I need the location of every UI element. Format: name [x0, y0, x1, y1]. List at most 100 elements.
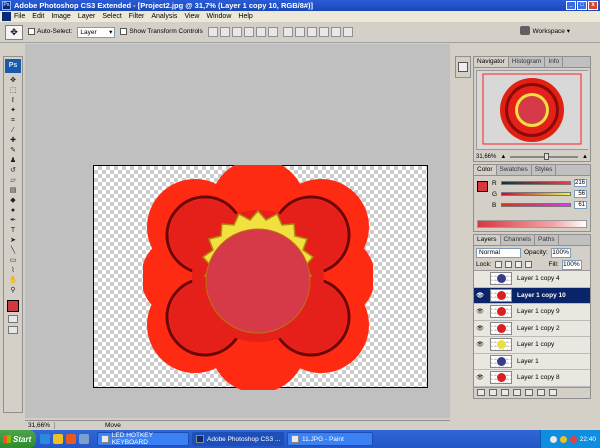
- layer-row[interactable]: Layer 1: [474, 353, 590, 370]
- lock-transparency-icon[interactable]: [494, 261, 502, 268]
- zoom-field[interactable]: 31,66%: [25, 422, 55, 429]
- layer-row[interactable]: 👁 Layer 1 copy 2: [474, 320, 590, 337]
- security-icon[interactable]: [569, 435, 577, 443]
- show-transform-checkbox[interactable]: [120, 28, 128, 36]
- menu-select[interactable]: Select: [102, 13, 121, 20]
- g-slider[interactable]: [501, 192, 571, 196]
- align-right-icon[interactable]: [267, 27, 278, 37]
- g-value[interactable]: 56: [574, 190, 587, 198]
- lasso-tool-icon[interactable]: ℓ: [6, 96, 20, 105]
- eye-icon[interactable]: 👁: [474, 292, 486, 299]
- tab-paths[interactable]: Paths: [535, 235, 559, 245]
- menu-layer[interactable]: Layer: [78, 13, 96, 20]
- firefox-icon[interactable]: [66, 434, 76, 444]
- move-tool-icon[interactable]: ✥: [6, 76, 20, 85]
- auto-select-option[interactable]: Auto-Select:: [28, 28, 72, 36]
- gradient-tool-icon[interactable]: ▤: [6, 186, 20, 195]
- quick-mask-icon[interactable]: [8, 315, 18, 323]
- blend-mode-select[interactable]: Normal: [476, 247, 521, 258]
- lock-pixels-icon[interactable]: [504, 261, 512, 268]
- minimize-button[interactable]: _: [566, 1, 576, 10]
- volume-icon[interactable]: [559, 435, 567, 443]
- eraser-tool-icon[interactable]: ▱: [6, 176, 20, 185]
- document-icon[interactable]: [2, 12, 11, 21]
- tab-layers[interactable]: Layers: [474, 235, 501, 245]
- layer-row[interactable]: Layer 1 copy 4: [474, 271, 590, 288]
- align-bottom-icon[interactable]: [231, 27, 242, 37]
- folder-icon[interactable]: [53, 434, 63, 444]
- notes-tool-icon[interactable]: ▭: [6, 256, 20, 265]
- align-left-icon[interactable]: [243, 27, 254, 37]
- eye-icon[interactable]: 👁: [474, 341, 486, 348]
- delete-layer-icon[interactable]: [549, 389, 557, 396]
- distribute-right-icon[interactable]: [342, 27, 353, 37]
- r-value[interactable]: 216: [574, 179, 587, 187]
- move-tool-preset-icon[interactable]: ✥: [5, 24, 23, 40]
- new-layer-icon[interactable]: [537, 389, 545, 396]
- distribute-hcenter-icon[interactable]: [330, 27, 341, 37]
- menu-window[interactable]: Window: [206, 13, 231, 20]
- distribute-bottom-icon[interactable]: [306, 27, 317, 37]
- pen-tool-icon[interactable]: ✒: [6, 216, 20, 225]
- task-photoshop[interactable]: Adobe Photoshop CS3 ...: [192, 432, 284, 446]
- workspace-menu[interactable]: Workspace ▾: [519, 26, 570, 35]
- tab-color[interactable]: Color: [474, 165, 497, 175]
- zoom-tool-icon[interactable]: ⚲: [6, 286, 20, 295]
- tool-presets-icon[interactable]: [458, 62, 468, 72]
- eye-icon[interactable]: 👁: [474, 374, 486, 381]
- new-group-icon[interactable]: [525, 389, 533, 396]
- show-desktop-icon[interactable]: [79, 434, 89, 444]
- r-slider[interactable]: [501, 181, 571, 185]
- marquee-tool-icon[interactable]: ⬚: [6, 86, 20, 95]
- image-canvas[interactable]: [93, 165, 428, 390]
- auto-select-dropdown[interactable]: Layer ▾: [77, 26, 116, 38]
- b-value[interactable]: 61: [574, 201, 587, 209]
- eye-icon[interactable]: 👁: [474, 308, 486, 315]
- align-hcenter-icon[interactable]: [255, 27, 266, 37]
- link-layers-icon[interactable]: [477, 389, 485, 396]
- tab-styles[interactable]: Styles: [532, 165, 557, 175]
- layer-mask-icon[interactable]: [501, 389, 509, 396]
- eyedropper2-tool-icon[interactable]: ⌇: [6, 266, 20, 275]
- opacity-field[interactable]: 100%: [550, 247, 571, 258]
- tab-histogram[interactable]: Histogram: [509, 57, 546, 67]
- menu-file[interactable]: File: [14, 13, 25, 20]
- zoom-in-icon[interactable]: ▲: [582, 154, 588, 160]
- path-selection-icon[interactable]: ➤: [6, 236, 20, 245]
- color-spectrum-bar[interactable]: [477, 220, 587, 228]
- show-transform-option[interactable]: Show Transform Controls: [120, 28, 203, 36]
- dodge-tool-icon[interactable]: ●: [6, 206, 20, 215]
- ie-icon[interactable]: [40, 434, 50, 444]
- navigator-preview[interactable]: [476, 70, 589, 150]
- slider-thumb[interactable]: [544, 152, 550, 160]
- tab-swatches[interactable]: Swatches: [497, 165, 532, 175]
- maximize-button[interactable]: □: [577, 1, 587, 10]
- distribute-top-icon[interactable]: [282, 27, 293, 37]
- align-top-icon[interactable]: [207, 27, 218, 37]
- lock-position-icon[interactable]: [514, 261, 522, 268]
- navigator-zoom[interactable]: 31,66%: [476, 154, 496, 160]
- align-vcenter-icon[interactable]: [219, 27, 230, 37]
- blur-tool-icon[interactable]: ◆: [6, 196, 20, 205]
- type-tool-icon[interactable]: T: [6, 226, 20, 235]
- tab-channels[interactable]: Channels: [501, 235, 535, 245]
- start-button[interactable]: Start: [0, 430, 36, 448]
- collapsed-panel-strip[interactable]: [455, 56, 471, 78]
- b-slider[interactable]: [501, 203, 571, 207]
- brush-tool-icon[interactable]: ✎: [6, 146, 20, 155]
- adjustment-layer-icon[interactable]: [513, 389, 521, 396]
- shape-tool-icon[interactable]: ╲: [6, 246, 20, 255]
- network-icon[interactable]: [549, 435, 557, 443]
- menu-help[interactable]: Help: [238, 13, 252, 20]
- distribute-left-icon[interactable]: [318, 27, 329, 37]
- menu-view[interactable]: View: [184, 13, 199, 20]
- distribute-vcenter-icon[interactable]: [294, 27, 305, 37]
- tab-info[interactable]: Info: [545, 57, 564, 67]
- layer-row[interactable]: 👁 Layer 1 copy 10: [474, 287, 590, 304]
- layer-row[interactable]: 👁 Layer 1 copy: [474, 337, 590, 354]
- menu-edit[interactable]: Edit: [32, 13, 44, 20]
- foreground-color-swatch[interactable]: [7, 300, 19, 312]
- task-led-hotkey[interactable]: LED HOTKEY KEYBOARD: [97, 432, 189, 446]
- menu-image[interactable]: Image: [51, 13, 70, 20]
- crop-tool-icon[interactable]: ⌗: [6, 116, 20, 125]
